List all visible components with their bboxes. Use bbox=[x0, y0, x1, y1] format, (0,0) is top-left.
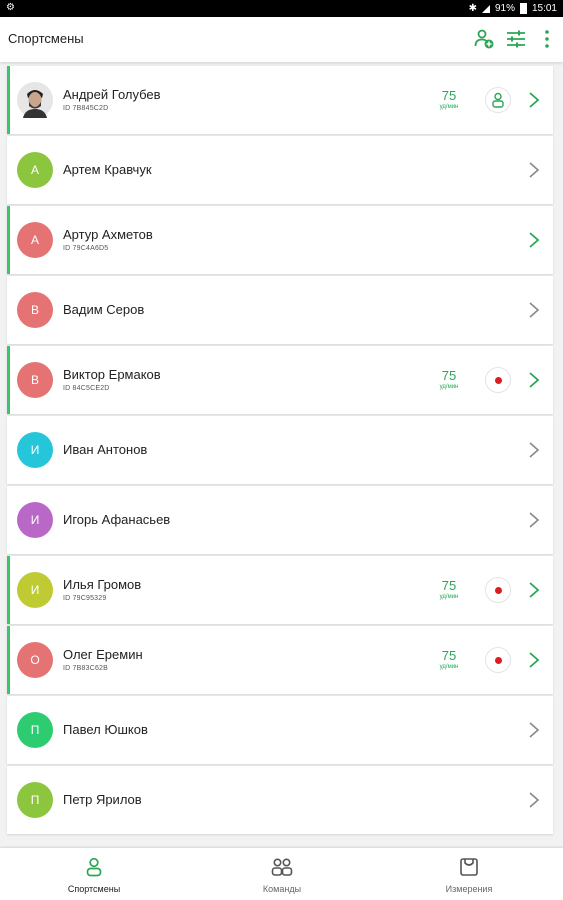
heart-rate-value: 75 bbox=[441, 578, 457, 593]
battery-percent: 91% bbox=[494, 3, 515, 14]
clock: 15:01 bbox=[531, 3, 557, 14]
chevron-right-icon[interactable] bbox=[527, 230, 541, 250]
chevron-right-icon[interactable] bbox=[527, 440, 541, 460]
chevron-right-icon[interactable] bbox=[527, 720, 541, 740]
teams-icon bbox=[271, 858, 293, 876]
heart-rate: 75 уд/мин bbox=[429, 88, 469, 110]
avatar: И bbox=[17, 502, 53, 538]
avatar: В bbox=[17, 292, 53, 328]
signal-icon bbox=[481, 4, 490, 13]
heart-rate-unit: уд/мин bbox=[439, 384, 459, 390]
athlete-name: Вадим Серов bbox=[63, 302, 145, 317]
heart-rate: 75 уд/мин bbox=[429, 578, 469, 600]
athlete-row[interactable]: А Артем Кравчук bbox=[7, 136, 553, 204]
more-vert-icon bbox=[545, 30, 549, 48]
athlete-name: Илья Громов bbox=[63, 577, 142, 592]
sensor-id: ID 79C4A6D5 bbox=[63, 245, 109, 252]
avatar-photo bbox=[17, 82, 53, 118]
bottom-navigation: Спортсмены Команды Измерения bbox=[0, 848, 563, 900]
measurements-icon bbox=[460, 858, 478, 876]
battery-icon bbox=[519, 3, 527, 14]
avatar: О bbox=[17, 642, 53, 678]
athlete-row[interactable]: Андрей Голубев ID 7B845C2D 75 уд/мин bbox=[7, 66, 553, 134]
heart-rate-value: 75 bbox=[441, 88, 457, 103]
record-button[interactable] bbox=[485, 577, 511, 603]
athlete-row[interactable]: И Иван Антонов bbox=[7, 416, 553, 484]
bluetooth-icon: ✱ bbox=[468, 3, 477, 14]
sensor-id: ID 79C95329 bbox=[63, 595, 107, 602]
nav-label: Спортсмены bbox=[67, 884, 121, 894]
athlete-name: Артур Ахметов bbox=[63, 227, 153, 242]
record-button[interactable] bbox=[485, 647, 511, 673]
athlete-name: Андрей Голубев bbox=[63, 87, 161, 102]
nav-measurements[interactable]: Измерения bbox=[409, 848, 529, 900]
sensor-id: ID 7B845C2D bbox=[63, 105, 109, 112]
athlete-name: Олег Еремин bbox=[63, 647, 143, 662]
heart-rate: 75 уд/мин bbox=[429, 648, 469, 670]
athlete-name: Артем Кравчук bbox=[63, 162, 152, 177]
avatar: И bbox=[17, 572, 53, 608]
settings-status-icon: ⚙ bbox=[6, 2, 15, 13]
nav-label: Измерения bbox=[445, 884, 493, 894]
nav-athletes[interactable]: Спортсмены bbox=[34, 848, 154, 900]
athlete-row[interactable]: И Илья Громов ID 79C95329 75 уд/мин bbox=[7, 556, 553, 624]
athlete-name: Петр Ярилов bbox=[63, 792, 142, 807]
chevron-right-icon[interactable] bbox=[527, 650, 541, 670]
record-dot-icon bbox=[494, 586, 502, 594]
avatar: П bbox=[17, 782, 53, 818]
athlete-row[interactable]: П Петр Ярилов bbox=[7, 766, 553, 834]
chevron-right-icon[interactable] bbox=[527, 510, 541, 530]
chevron-right-icon[interactable] bbox=[527, 370, 541, 390]
athlete-icon bbox=[86, 857, 102, 877]
athlete-name: Игорь Афанасьев bbox=[63, 512, 171, 527]
athlete-row[interactable]: И Игорь Афанасьев bbox=[7, 486, 553, 554]
status-bar: ⚙ ✱ 91% 15:01 bbox=[0, 0, 563, 17]
heart-rate-value: 75 bbox=[441, 368, 457, 383]
heart-rate-unit: уд/мин bbox=[439, 664, 459, 670]
avatar: А bbox=[17, 152, 53, 188]
heart-rate: 75 уд/мин bbox=[429, 368, 469, 390]
athlete-row[interactable]: А Артур Ахметов ID 79C4A6D5 bbox=[7, 206, 553, 274]
filter-sliders-icon bbox=[507, 30, 525, 48]
add-athlete-button[interactable] bbox=[472, 27, 496, 51]
heart-rate-unit: уд/мин bbox=[439, 104, 459, 110]
athlete-row[interactable]: В Виктор Ермаков ID 84C5CE2D 75 уд/мин bbox=[7, 346, 553, 414]
athlete-list: Андрей Голубев ID 7B845C2D 75 уд/мин А А… bbox=[7, 66, 553, 836]
heart-rate-unit: уд/мин bbox=[439, 594, 459, 600]
chevron-right-icon[interactable] bbox=[527, 300, 541, 320]
avatar: И bbox=[17, 432, 53, 468]
chevron-right-icon[interactable] bbox=[527, 790, 541, 810]
chevron-right-icon[interactable] bbox=[527, 90, 541, 110]
avatar: А bbox=[17, 222, 53, 258]
record-button[interactable] bbox=[485, 367, 511, 393]
nav-teams[interactable]: Команды bbox=[222, 848, 342, 900]
sensor-id: ID 7B83C62B bbox=[63, 665, 109, 672]
athlete-row[interactable]: П Павел Юшков bbox=[7, 696, 553, 764]
heart-rate-value: 75 bbox=[441, 648, 457, 663]
athlete-row[interactable]: О Олег Еремин ID 7B83C62B 75 уд/мин bbox=[7, 626, 553, 694]
more-options-button[interactable] bbox=[535, 27, 559, 51]
chevron-right-icon[interactable] bbox=[527, 580, 541, 600]
connection-status-button[interactable] bbox=[485, 87, 511, 113]
person-photo-icon bbox=[17, 82, 53, 118]
record-dot-icon bbox=[494, 656, 502, 664]
athlete-name: Павел Юшков bbox=[63, 722, 148, 737]
page-title: Спортсмены bbox=[8, 31, 84, 46]
record-dot-icon bbox=[494, 376, 502, 384]
athlete-row[interactable]: В Вадим Серов bbox=[7, 276, 553, 344]
connected-athlete-icon bbox=[492, 92, 504, 108]
athlete-name: Виктор Ермаков bbox=[63, 367, 161, 382]
athlete-name: Иван Антонов bbox=[63, 442, 148, 457]
nav-label: Команды bbox=[262, 884, 302, 894]
chevron-right-icon[interactable] bbox=[527, 160, 541, 180]
status-indicators: ✱ 91% 15:01 bbox=[469, 3, 557, 14]
avatar: П bbox=[17, 712, 53, 748]
add-athlete-icon bbox=[474, 29, 494, 49]
sensor-id: ID 84C5CE2D bbox=[63, 385, 110, 392]
filter-button[interactable] bbox=[504, 27, 528, 51]
app-bar: Спортсмены bbox=[0, 17, 563, 62]
avatar: В bbox=[17, 362, 53, 398]
